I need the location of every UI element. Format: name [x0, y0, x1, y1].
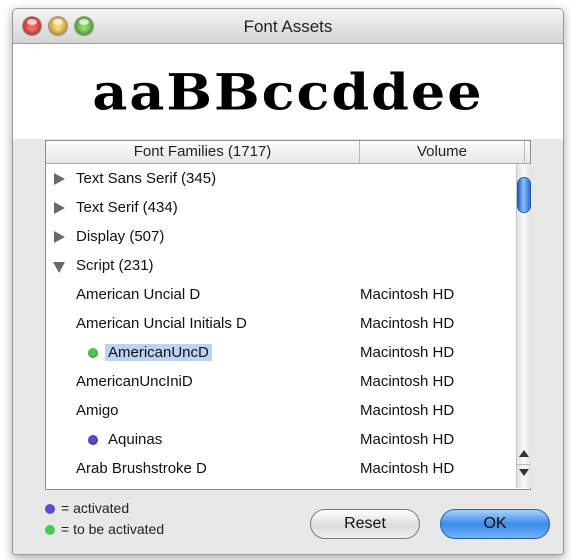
window-title: Font Assets [243, 17, 333, 36]
font-name: AmericanUncIniD [76, 373, 193, 390]
group-label: Display (507) [76, 228, 165, 245]
font-name: Aquinas [108, 431, 163, 448]
font-volume: Macintosh HD [360, 373, 455, 390]
font-assets-window: Font Assets aaBBccddee Font Families (17… [12, 8, 564, 555]
font-volume: Macintosh HD [360, 460, 455, 477]
font-volume: Macintosh HD [360, 431, 455, 448]
font-row[interactable]: Arab Brushstroke D Macintosh HD [46, 454, 516, 483]
to-be-activated-legend-dot-icon [45, 525, 55, 535]
scroll-down-arrow-icon[interactable] [519, 469, 529, 476]
scrollbar-thumb[interactable] [518, 178, 530, 212]
disclosure-triangle-expanded-icon[interactable] [53, 262, 65, 273]
table-header: Font Families (1717) Volume [46, 141, 530, 164]
group-row-script[interactable]: Script (231) [46, 251, 516, 280]
column-header-font-families[interactable]: Font Families (1717) [46, 141, 360, 163]
group-row-display[interactable]: Display (507) [46, 222, 516, 251]
legend-to-be-activated-label: = to be activated [61, 521, 165, 537]
disclosure-triangle-collapsed-icon[interactable] [54, 231, 65, 243]
title-bar[interactable]: Font Assets [13, 9, 563, 44]
font-row[interactable]: American Uncial D Macintosh HD [46, 280, 516, 309]
group-row-text-sans-serif[interactable]: Text Sans Serif (345) [46, 164, 516, 193]
font-volume: Macintosh HD [360, 315, 455, 332]
font-row[interactable]: American Uncial Initials D Macintosh HD [46, 309, 516, 338]
disclosure-triangle-collapsed-icon[interactable] [54, 173, 65, 185]
font-name: AmericanUncD [105, 344, 212, 361]
group-label: Text Sans Serif (345) [76, 170, 217, 187]
legend-activated-label: = activated [61, 500, 130, 516]
to-be-activated-status-icon [88, 348, 98, 358]
font-name: American Uncial Initials D [76, 315, 247, 332]
group-row-text-serif[interactable]: Text Serif (434) [46, 193, 516, 222]
font-name: Amigo [76, 402, 119, 419]
font-families-table: Font Families (1717) Volume Text Sans Se… [45, 140, 531, 490]
table-rows: Text Sans Serif (345) Text Serif (434) D… [46, 164, 516, 488]
font-preview: aaBBccddee [13, 44, 563, 139]
font-volume: Macintosh HD [360, 286, 455, 303]
font-volume: Macintosh HD [360, 344, 455, 361]
font-row[interactable]: AmericanUncIniD Macintosh HD [46, 367, 516, 396]
font-row[interactable]: Aquinas Macintosh HD [46, 425, 516, 454]
activated-status-icon [88, 435, 98, 445]
group-label: Script (231) [76, 257, 154, 274]
font-name: American Uncial D [76, 286, 201, 303]
reset-button[interactable]: Reset [310, 509, 420, 539]
column-header-volume[interactable]: Volume [360, 141, 525, 163]
group-label: Text Serif (434) [76, 199, 178, 216]
disclosure-triangle-collapsed-icon[interactable] [54, 202, 65, 214]
ok-button[interactable]: OK [440, 509, 550, 539]
font-volume: Macintosh HD [360, 402, 455, 419]
font-name: Arab Brushstroke D [76, 460, 207, 477]
activated-legend-dot-icon [45, 504, 55, 514]
font-row[interactable]: Amigo Macintosh HD [46, 396, 516, 425]
scroll-arrow-divider [517, 464, 531, 465]
scroll-up-arrow-icon[interactable] [519, 450, 529, 457]
vertical-scrollbar[interactable] [516, 164, 531, 488]
font-preview-text: aaBBccddee [92, 62, 484, 121]
font-row-selected[interactable]: AmericanUncD Macintosh HD [46, 338, 516, 367]
